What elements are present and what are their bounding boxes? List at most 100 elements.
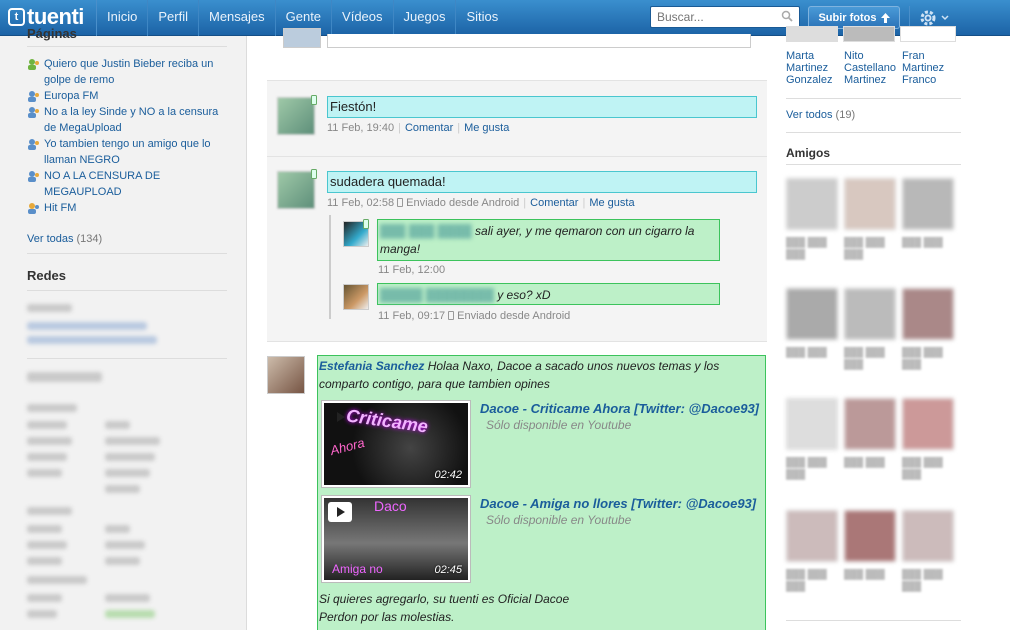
page-group-icon [28,139,39,150]
page-item[interactable]: No a la ley Sinde y NO a la censura de M… [27,104,227,136]
friend-thumb[interactable] [844,288,896,340]
video-thumbnail[interactable]: Criticame Ahora 02:42 [322,401,470,487]
nav-mensajes[interactable]: Mensajes [197,0,275,36]
post-date: 11 Feb, 02:58 [327,197,395,209]
comment-date: 11 Feb, 09:17 [378,310,446,322]
friend-thumb[interactable] [844,510,896,562]
blurred-friend-name: ███ ███ ███ [786,569,827,591]
comment-input[interactable] [327,34,751,48]
page-link[interactable]: Europa FM [44,88,98,104]
friend-name-line: Castellano [844,62,896,74]
logo-mark-icon: t [8,8,25,26]
rule [786,620,961,621]
page-group-icon [28,171,39,182]
networks-title: Redes [27,268,67,283]
page-item[interactable]: Hit FM [27,200,227,216]
settings-menu[interactable] [918,8,952,28]
page-link[interactable]: NO A LA CENSURA DE MEGAUPLOAD [44,168,227,200]
pages-see-all[interactable]: Ver todas (134) [27,233,102,245]
page-item[interactable]: Quiero que Justin Bieber reciba un golpe… [27,56,227,88]
video-title-link[interactable]: Dacoe - Criticame Ahora [Twitter: @Dacoe… [480,401,759,416]
comment-text: y eso? xD [497,288,551,302]
video-thumbnail[interactable]: Daco Amiga no 02:45 [322,496,470,582]
page-item[interactable]: Yo tambien tengo un amigo que lo llaman … [27,136,227,168]
top-friend[interactable]: Nito Castellano Martinez [844,50,896,86]
nav-sitios[interactable]: Sitios [455,0,508,36]
play-icon [328,502,352,522]
page-item[interactable]: NO A LA CENSURA DE MEGAUPLOAD [27,168,227,200]
comment-via: Enviado desde Android [457,310,571,322]
avatar[interactable] [277,171,315,209]
like-link[interactable]: Me gusta [464,122,509,134]
friend-name-line: Martinez [844,74,887,86]
friend-thumb[interactable] [902,510,954,562]
see-all-link[interactable]: Ver todas [27,233,73,245]
page-link[interactable]: Quiero que Justin Bieber reciba un golpe… [44,56,227,88]
share-intro: Estefania Sanchez Holaa Naxo, Dacoe a sa… [319,357,759,393]
friend-thumb[interactable] [786,398,838,450]
like-link[interactable]: Me gusta [589,197,634,209]
blurred-text [27,469,62,477]
friend-thumb[interactable] [900,26,956,42]
status-text: Fiestón! [327,96,757,118]
video-duration: 02:45 [434,564,462,576]
avatar[interactable] [283,28,321,48]
friend-thumb[interactable] [786,288,838,340]
comment-link[interactable]: Comentar [405,122,453,134]
nav-videos[interactable]: Vídeos [331,0,392,36]
blurred-friend-name: ███ ███ ███ [786,237,827,259]
blurred-text [27,576,87,584]
friends-see-all[interactable]: Ver todos (19) [786,109,855,121]
top-friend[interactable]: Fran Martinez Franco [902,50,944,86]
avatar[interactable] [267,356,305,394]
blurred-text [27,594,62,602]
see-all-count: (134) [76,233,103,245]
blurred-text [27,453,67,461]
networks-rule [27,290,227,291]
friend-thumb[interactable] [902,178,954,230]
android-phone-icon [448,311,455,320]
page-item[interactable]: Europa FM [27,88,227,104]
friend-thumb[interactable] [902,398,954,450]
friend-thumb[interactable] [844,178,896,230]
share-outro: Si quieres agregarlo, su tuenti es Ofici… [319,592,570,606]
blurred-friend-name: ███ ███ ███ [844,237,885,259]
friend-thumb[interactable] [902,288,954,340]
feed: Fiestón! 11 Feb, 19:40 | Comentar | Me gusta… [267,28,767,630]
page-link[interactable]: Hit FM [44,200,76,216]
blurred-text [27,372,102,382]
blurred-text [105,469,150,477]
blurred-friend-name: ███ ███ [786,347,827,357]
page-group-icon [28,107,39,118]
nav-perfil[interactable]: Perfil [147,0,198,36]
friend-thumb[interactable] [786,510,838,562]
friend-thumb[interactable] [786,26,838,42]
see-all-link[interactable]: Ver todos [786,109,832,121]
nav-juegos[interactable]: Juegos [392,0,456,36]
search-icon[interactable] [781,10,793,22]
comment-link[interactable]: Comentar [530,197,578,209]
friend-thumb[interactable] [844,398,896,450]
blurred-text [27,304,72,312]
page-link[interactable]: No a la ley Sinde y NO a la censura de M… [44,104,227,136]
blurred-friend-name: ███ ███ [844,457,885,467]
friend-thumb[interactable] [786,178,838,230]
video-title-link[interactable]: Dacoe - Amiga no llores [Twitter: @Dacoe… [480,496,756,511]
blurred-text [105,610,155,618]
avatar[interactable] [277,97,315,135]
avatar[interactable] [343,284,369,310]
friends-title: Amigos [786,146,831,160]
comment-meta: 11 Feb, 09:17 Enviado desde Android [378,310,570,322]
blurred-author: █████ ████████ [380,288,494,302]
blurred-text [105,453,155,461]
friend-thumb[interactable] [843,26,895,42]
upload-arrow-icon [880,12,890,23]
page-link[interactable]: Yo tambien tengo un amigo que lo llaman … [44,136,227,168]
rule [786,132,961,133]
nav-inicio[interactable]: Inicio [96,0,147,36]
redes-rule [27,253,227,254]
search-input[interactable] [651,7,771,27]
blurred-text [27,557,62,565]
share-author[interactable]: Estefania Sanchez [319,359,424,373]
top-friend[interactable]: Marta Martinez Gonzalez [786,50,832,86]
